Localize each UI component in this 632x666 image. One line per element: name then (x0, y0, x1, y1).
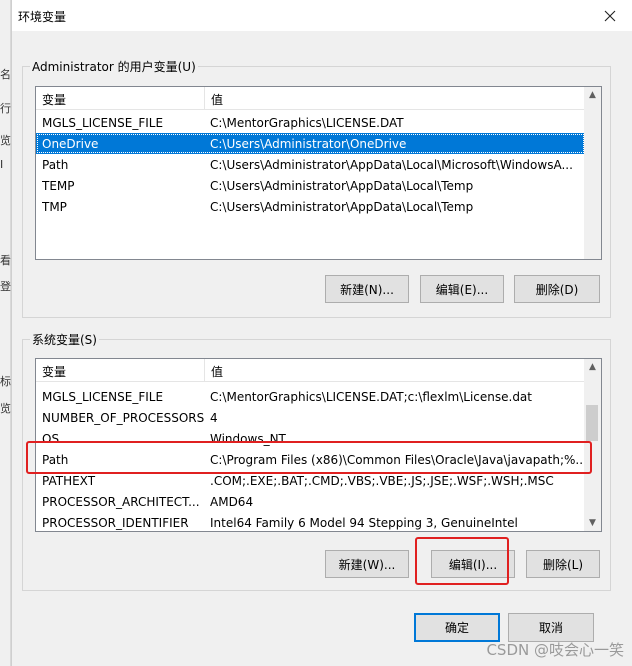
system-variable-row[interactable]: MGLS_LICENSE_FILE C:\MentorGraphics\LICE… (36, 386, 585, 407)
user-variable-row-selected[interactable]: OneDrive C:\Users\Administrator\OneDrive (36, 133, 585, 154)
background-char: 登 (0, 280, 11, 293)
system-variable-row[interactable]: PROCESSOR_ARCHITECT... AMD64 (36, 491, 585, 512)
user-edit-button[interactable]: 编辑(E)... (420, 275, 504, 303)
user-variables-legend: Administrator 的用户变量(U) (30, 58, 198, 75)
system-variable-row[interactable]: OS Windows_NT (36, 428, 585, 449)
system-variables-list[interactable]: 变量 值 MGLS_LICENSE_FILE C:\MentorGraphics… (35, 358, 602, 532)
background-char: 行 (0, 102, 11, 115)
system-variable-row[interactable]: NUMBER_OF_PROCESSORS 4 (36, 407, 585, 428)
variable-name: Path (42, 453, 69, 467)
list-header: 变量 值 (36, 87, 601, 110)
user-variable-row[interactable]: TMP C:\Users\Administrator\AppData\Local… (36, 196, 585, 217)
variable-name: MGLS_LICENSE_FILE (42, 390, 164, 404)
variable-value: Windows_NT (210, 432, 286, 446)
background-char: I (0, 158, 4, 171)
system-variable-row[interactable]: PROCESSOR_IDENTIFIER Intel64 Family 6 Mo… (36, 512, 585, 531)
variable-name: PROCESSOR_IDENTIFIER (42, 516, 189, 530)
user-variable-row[interactable]: TEMP C:\Users\Administrator\AppData\Loca… (36, 175, 585, 196)
variable-value: C:\MentorGraphics\LICENSE.DAT;c:\flexlm\… (210, 390, 532, 404)
variable-value: 4 (210, 411, 218, 425)
user-variable-row[interactable]: MGLS_LICENSE_FILE C:\MentorGraphics\LICE… (36, 112, 585, 133)
background-char: 名 (0, 68, 11, 81)
column-header-variable[interactable]: 变量 (42, 363, 66, 380)
column-divider[interactable] (204, 87, 205, 109)
system-variables-legend: 系统变量(S) (30, 331, 99, 348)
variable-name: OS (42, 432, 60, 446)
user-variable-row[interactable]: Path C:\Users\Administrator\AppData\Loca… (36, 154, 585, 175)
variable-name: Path (42, 158, 69, 172)
column-divider[interactable] (204, 359, 205, 381)
variable-name: PROCESSOR_ARCHITECT... (42, 495, 200, 509)
column-header-value[interactable]: 值 (211, 363, 223, 380)
variable-value: Intel64 Family 6 Model 94 Stepping 3, Ge… (210, 516, 518, 530)
csdn-watermark: CSDN @吱会心一笑 (486, 641, 624, 659)
scroll-up-icon[interactable]: ▲ (584, 359, 601, 375)
system-delete-button[interactable]: 删除(L) (526, 550, 600, 578)
user-variables-list[interactable]: 变量 值 MGLS_LICENSE_FILE C:\MentorGraphics… (35, 86, 602, 260)
variable-value: AMD64 (210, 495, 254, 509)
variable-value: .COM;.EXE;.BAT;.CMD;.VBS;.VBE;.JS;.JSE;.… (210, 474, 554, 488)
variable-name: TEMP (42, 179, 75, 193)
background-char: 览 (0, 134, 11, 147)
user-variables-group: Administrator 的用户变量(U) 变量 值 MGLS_LICENSE… (22, 58, 611, 318)
variable-name: MGLS_LICENSE_FILE (42, 116, 164, 130)
scroll-down-icon[interactable]: ▼ (584, 515, 601, 531)
user-list-scrollbar[interactable]: ▲ (584, 87, 601, 259)
variable-value: C:\Program Files (x86)\Common Files\Orac… (210, 453, 587, 467)
variable-value: C:\Users\Administrator\AppData\Local\Mic… (210, 158, 573, 172)
close-icon (604, 10, 616, 21)
background-char: 览 (0, 402, 11, 415)
user-new-button[interactable]: 新建(N)... (325, 275, 409, 303)
scrollbar-thumb[interactable] (586, 405, 598, 441)
ok-button[interactable]: 确定 (414, 613, 500, 642)
variable-name: OneDrive (42, 137, 99, 151)
scroll-up-icon[interactable]: ▲ (584, 87, 601, 103)
variable-value: C:\Users\Administrator\AppData\Local\Tem… (210, 179, 474, 193)
column-header-value[interactable]: 值 (211, 91, 223, 108)
column-header-variable[interactable]: 变量 (42, 91, 66, 108)
system-variables-group: 系统变量(S) 变量 值 MGLS_LICENSE_FILE C:\Mentor… (22, 331, 611, 591)
variable-name: TMP (42, 200, 67, 214)
system-variable-row[interactable]: PATHEXT .COM;.EXE;.BAT;.CMD;.VBS;.VBE;.J… (36, 470, 585, 491)
cancel-button[interactable]: 取消 (508, 613, 594, 642)
user-delete-button[interactable]: 删除(D) (514, 275, 600, 303)
close-button[interactable] (587, 0, 632, 31)
environment-variables-dialog: 环境变量 Administrator 的用户变量(U) 变量 值 MGLS_LI… (11, 0, 632, 666)
background-char: 看 (0, 254, 11, 267)
system-edit-button[interactable]: 编辑(I)... (431, 550, 515, 578)
system-list-scrollbar[interactable]: ▲ ▼ (584, 359, 601, 531)
variable-value: C:\Users\Administrator\OneDrive (210, 137, 407, 151)
variable-value: C:\MentorGraphics\LICENSE.DAT (210, 116, 404, 130)
background-char: 标 (0, 375, 11, 388)
variable-value: C:\Users\Administrator\AppData\Local\Tem… (210, 200, 474, 214)
variable-name: NUMBER_OF_PROCESSORS (42, 411, 204, 425)
list-header: 变量 值 (36, 359, 601, 382)
system-variable-row-path[interactable]: Path C:\Program Files (x86)\Common Files… (36, 449, 587, 470)
title-bar: 环境变量 (12, 0, 632, 31)
dialog-title: 环境变量 (18, 10, 67, 24)
system-new-button[interactable]: 新建(W)... (325, 550, 409, 578)
background-window-edge: 名 行 览 I 看 登 标 览 (0, 0, 11, 666)
variable-name: PATHEXT (42, 474, 96, 488)
